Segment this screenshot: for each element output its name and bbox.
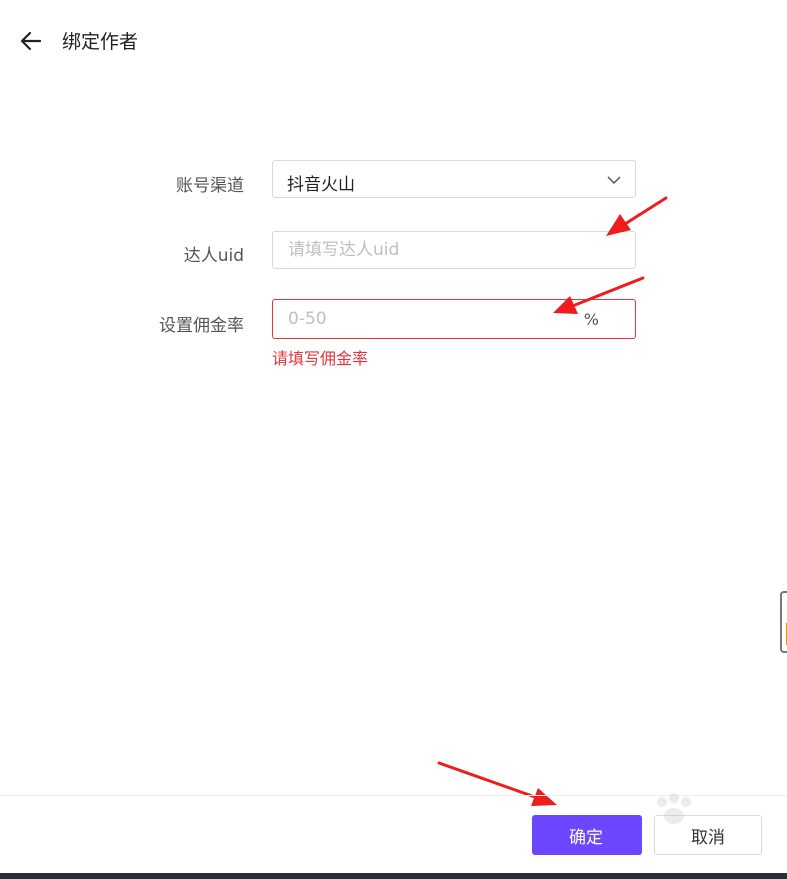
commission-label: 设置佣金率 <box>159 316 244 336</box>
feedback-side-tab[interactable] <box>780 591 787 653</box>
channel-label: 账号渠道 <box>176 176 244 196</box>
channel-select[interactable]: 抖音火山 <box>272 160 636 198</box>
bottom-taskbar <box>0 873 787 879</box>
annotation-arrow-confirm <box>437 761 557 806</box>
arrow-left-icon[interactable] <box>18 28 44 54</box>
footer-divider <box>0 795 787 796</box>
percent-suffix: % <box>583 310 599 329</box>
chevron-down-icon <box>607 176 621 185</box>
uid-input[interactable] <box>274 233 588 267</box>
header: 绑定作者 <box>0 0 787 80</box>
commission-input[interactable] <box>274 302 588 336</box>
commission-error-message: 请填写佣金率 <box>272 349 369 368</box>
annotation-arrows <box>437 196 668 806</box>
uid-field <box>272 231 636 269</box>
channel-select-value: 抖音火山 <box>287 175 355 195</box>
uid-label: 达人uid <box>183 246 244 266</box>
cancel-button[interactable]: 取消 <box>654 815 762 855</box>
confirm-button[interactable]: 确定 <box>532 815 642 855</box>
page-title: 绑定作者 <box>62 31 139 53</box>
commission-field: % <box>272 299 636 339</box>
